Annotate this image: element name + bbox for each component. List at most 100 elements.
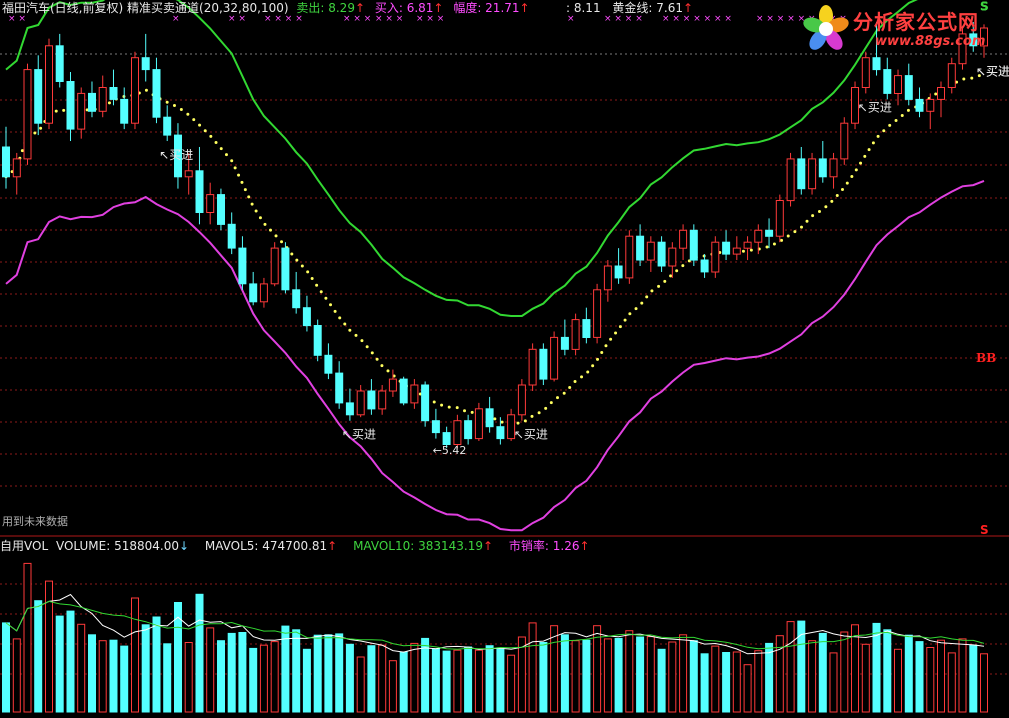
- candle-body: [55, 45, 64, 82]
- volume-bar: [206, 627, 215, 713]
- volume-bar: [679, 634, 688, 713]
- volume-bar: [528, 622, 537, 713]
- sell-signal-label: S: [980, 523, 989, 537]
- candle-body: [109, 87, 118, 100]
- candle-body: [571, 319, 580, 350]
- candle-body: [45, 45, 53, 124]
- candle-body: [636, 235, 645, 261]
- flower-logo-icon: [803, 5, 849, 50]
- candle-body: [818, 158, 827, 178]
- volume-bar: [378, 644, 387, 713]
- candle-body: [861, 57, 870, 88]
- candle-body: [313, 325, 322, 356]
- cross-marks-4: × × × ×: [264, 14, 303, 24]
- volume-bar: [34, 600, 43, 713]
- volume-bar: [313, 634, 322, 713]
- candle-body: [700, 259, 709, 273]
- volume-bar: [270, 641, 279, 713]
- volume-bar: [485, 645, 494, 713]
- candle-body: [560, 336, 569, 350]
- cross-marks-1: × ×: [8, 14, 26, 24]
- volume-bar: [711, 645, 720, 713]
- candle-body: [883, 69, 892, 94]
- mavol5-arrow-icon: ↑: [327, 539, 338, 553]
- mavol10-arrow-icon: ↑: [483, 539, 494, 553]
- volume-bar: [614, 637, 623, 713]
- volume-bar: [410, 642, 419, 713]
- volume-bar: [829, 652, 838, 713]
- candle-body: [34, 69, 43, 124]
- candle-body: [894, 75, 902, 94]
- volume-bar: [539, 642, 548, 713]
- candle-body: [410, 384, 419, 404]
- volume-bar: [700, 653, 709, 713]
- candle-body: [517, 384, 526, 416]
- volume-bar: [786, 621, 795, 713]
- cross-marks-9: × × × ×: [604, 14, 643, 24]
- volume-bar: [603, 638, 612, 713]
- volume-bar: [131, 597, 139, 713]
- logo-text: 分析家公式网: [853, 10, 979, 34]
- future-data-note: 用到未来数据: [2, 515, 68, 528]
- candle-body: [872, 57, 881, 71]
- volume-bar: [861, 643, 870, 713]
- candle-body: [356, 390, 365, 416]
- volume-bar: [765, 642, 774, 713]
- volume-bar: [238, 632, 247, 713]
- range-arrow-icon: ↑: [519, 1, 530, 15]
- volume-bar: [23, 562, 32, 713]
- volume-bar: [302, 648, 311, 713]
- volume-bar: [517, 636, 526, 713]
- buy-signal-label: ↖买进: [976, 65, 1009, 79]
- volume-bar: [195, 593, 204, 713]
- candle-body: [249, 283, 258, 303]
- volume-bar: [184, 642, 193, 713]
- site-logo[interactable]: 分析家公式网 www.88gs.com: [801, 4, 1001, 56]
- candle-body: [259, 283, 268, 303]
- volume-bar: [507, 654, 516, 713]
- candle-body: [98, 87, 107, 112]
- candle-body: [711, 241, 720, 273]
- candle-body: [797, 158, 806, 190]
- candle-body: [281, 247, 290, 291]
- candle-body: [496, 426, 505, 440]
- candle-body: [937, 87, 945, 100]
- lowest-price-label: ←5.42: [433, 444, 467, 457]
- volume-bar: [958, 638, 967, 713]
- candle-body: [227, 223, 236, 249]
- cross-marks-7: × × ×: [416, 14, 445, 24]
- candle-body: [754, 229, 763, 243]
- candle-body: [775, 200, 784, 237]
- volume-bar: [12, 638, 21, 713]
- candle-body: [657, 241, 666, 267]
- volume-bar: [345, 643, 354, 713]
- candle-body: [163, 116, 172, 136]
- volume-bar: [227, 632, 236, 713]
- cross-marks-3: × ×: [228, 14, 246, 24]
- candle-body: [131, 57, 139, 124]
- candle-body: [539, 348, 548, 380]
- candle-body: [120, 98, 129, 124]
- buy-signal-label: ↖买进: [342, 428, 376, 442]
- volume-bar: [571, 640, 580, 713]
- volume-bar: [120, 645, 129, 713]
- volume-bar: [66, 610, 75, 713]
- volume-bar: [894, 648, 902, 713]
- volume-bar: [152, 616, 161, 713]
- volume-bar: [292, 629, 301, 713]
- volume-header: 自用VOL VOLUME: 518804.00↓ MAVOL5: 474700.…: [0, 538, 594, 554]
- volume-bar: [851, 624, 859, 713]
- volume-bar: [947, 652, 956, 713]
- volume-bar: [668, 641, 677, 713]
- candle-body: [646, 241, 655, 261]
- candle-body: [485, 408, 494, 428]
- candle-body: [593, 289, 602, 338]
- candle-body: [335, 372, 344, 404]
- candle-body: [88, 92, 96, 112]
- volume-bar: [550, 625, 559, 713]
- candle-body: [808, 158, 817, 190]
- candle-body: [399, 378, 408, 404]
- volume-bar: [883, 629, 892, 713]
- bb-signal-label: BB: [976, 351, 996, 365]
- logo-url: www.88gs.com: [875, 34, 986, 49]
